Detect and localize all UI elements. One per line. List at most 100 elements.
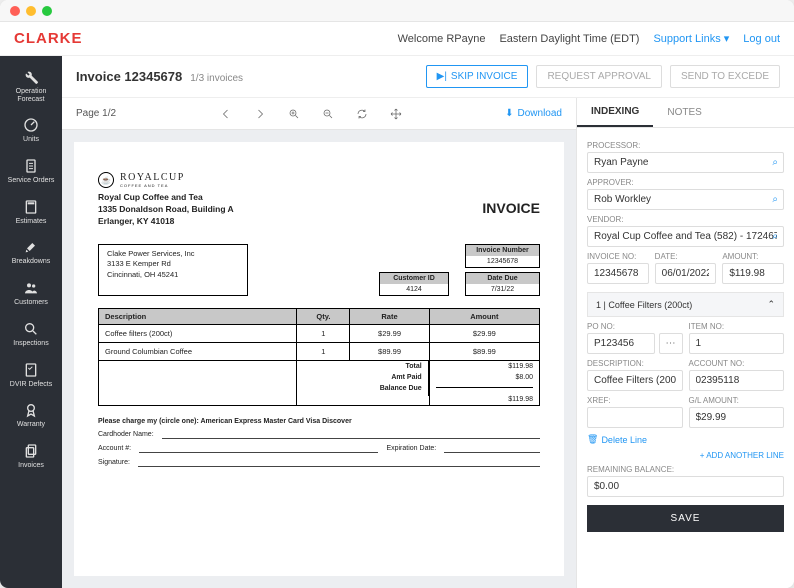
table-row: Ground Columbian Coffee1$89.99$89.99 bbox=[99, 342, 540, 360]
sidebar-item-invoices[interactable]: Invoices bbox=[0, 436, 62, 477]
account-input[interactable] bbox=[689, 370, 785, 391]
tab-notes[interactable]: NOTES bbox=[653, 98, 715, 127]
search-icon[interactable]: ⌕ bbox=[772, 194, 778, 205]
cust-addr1: 3133 E Kemper Rd bbox=[107, 259, 171, 268]
search-icon[interactable]: ⌕ bbox=[772, 231, 778, 242]
cust-id-header: Customer ID bbox=[380, 273, 448, 284]
move-icon[interactable] bbox=[390, 108, 402, 120]
tools-icon bbox=[23, 239, 39, 255]
download-button[interactable]: ⬇ Download bbox=[505, 108, 562, 119]
sidebar-item-estimates[interactable]: Estimates bbox=[0, 192, 62, 233]
vendor-label: VENDOR: bbox=[587, 215, 784, 224]
close-dot[interactable] bbox=[10, 6, 20, 16]
send-to-excede-button[interactable]: SEND TO EXCEDE bbox=[670, 65, 780, 88]
tab-indexing[interactable]: INDEXING bbox=[577, 98, 653, 127]
line-items-table: DescriptionQty.RateAmount Coffee filters… bbox=[98, 308, 540, 406]
sidebar-label: Warranty bbox=[17, 421, 45, 429]
invoice-heading: INVOICE bbox=[482, 200, 540, 216]
minimize-dot[interactable] bbox=[26, 6, 36, 16]
vendor-name: Royal Cup Coffee and Tea bbox=[98, 192, 203, 202]
sidebar-item-customers[interactable]: Customers bbox=[0, 273, 62, 314]
request-label: REQUEST APPROVAL bbox=[547, 71, 651, 82]
vendor-tagline: COFFEE AND TEA bbox=[120, 183, 185, 188]
approver-label: APPROVER: bbox=[587, 178, 784, 187]
description-input[interactable] bbox=[587, 370, 683, 391]
sidebar-item-breakdowns[interactable]: Breakdowns bbox=[0, 232, 62, 273]
invoice-no-input[interactable] bbox=[587, 263, 649, 284]
cust-addr2: Cincinnati, OH 45241 bbox=[107, 270, 178, 279]
vendor-logo-icon: ☕ bbox=[98, 172, 114, 188]
skip-icon: ▶| bbox=[437, 71, 447, 82]
remaining-balance-input[interactable] bbox=[587, 476, 784, 497]
cust-name: Clake Power Services, Inc bbox=[107, 249, 195, 258]
cust-id-value: 4124 bbox=[380, 284, 448, 295]
th-rate: Rate bbox=[350, 308, 429, 324]
invoice-title: Invoice 12345678 bbox=[76, 69, 182, 84]
sidebar-label: Breakdowns bbox=[12, 258, 51, 266]
indexing-panel: INDEXING NOTES PROCESSOR: ⌕ APPROVER: ⌕ … bbox=[576, 98, 794, 588]
calculator-icon bbox=[23, 199, 39, 215]
amount-input[interactable] bbox=[722, 263, 784, 284]
sidebar-item-service-orders[interactable]: Service Orders bbox=[0, 151, 62, 192]
download-icon: ⬇ bbox=[505, 108, 513, 119]
skip-label: SKIP INVOICE bbox=[451, 71, 518, 82]
prev-page-icon[interactable] bbox=[220, 108, 232, 120]
save-button[interactable]: SAVE bbox=[587, 505, 784, 532]
checklist-icon bbox=[23, 362, 39, 378]
sidebar-item-units[interactable]: Units bbox=[0, 110, 62, 151]
trash-icon: 🗑 bbox=[587, 434, 598, 445]
sidebar-label: Inspections bbox=[13, 340, 48, 348]
clipboard-icon bbox=[23, 158, 39, 174]
sidebar: Operation Forecast Units Service Orders … bbox=[0, 56, 62, 588]
item-no-input[interactable] bbox=[689, 333, 785, 354]
users-icon bbox=[23, 280, 39, 296]
copy-icon bbox=[23, 443, 39, 459]
date-input[interactable] bbox=[655, 263, 717, 284]
processor-input[interactable] bbox=[587, 152, 784, 173]
timezone-text: Eastern Daylight Time (EDT) bbox=[499, 33, 639, 45]
approver-input[interactable] bbox=[587, 189, 784, 210]
invoice-count: 1/3 invoices bbox=[190, 73, 243, 84]
next-page-icon[interactable] bbox=[254, 108, 266, 120]
delete-label: Delete Line bbox=[601, 435, 647, 445]
due-header: Date Due bbox=[466, 273, 539, 284]
delete-line-button[interactable]: 🗑Delete Line bbox=[587, 434, 784, 445]
refresh-icon[interactable] bbox=[356, 108, 368, 120]
zoom-in-icon[interactable] bbox=[288, 108, 300, 120]
sidebar-item-operation-forecast[interactable]: Operation Forecast bbox=[0, 62, 62, 110]
skip-invoice-button[interactable]: ▶| SKIP INVOICE bbox=[426, 65, 529, 88]
vendor-logo-text: ROYALCUP bbox=[120, 172, 185, 183]
search-icon[interactable]: ⌕ bbox=[772, 157, 778, 168]
logout-link[interactable]: Log out bbox=[743, 33, 780, 45]
wrench-icon bbox=[23, 69, 39, 85]
sidebar-label: Service Orders bbox=[8, 177, 55, 185]
sidebar-item-warranty[interactable]: Warranty bbox=[0, 395, 62, 436]
gl-amount-input[interactable] bbox=[689, 407, 785, 428]
vendor-input[interactable] bbox=[587, 226, 784, 247]
sidebar-item-dvir-defects[interactable]: DVIR Defects bbox=[0, 355, 62, 396]
chevron-up-icon: ⌃ bbox=[767, 299, 775, 310]
request-approval-button[interactable]: REQUEST APPROVAL bbox=[536, 65, 662, 88]
send-label: SEND TO EXCEDE bbox=[681, 71, 769, 82]
maximize-dot[interactable] bbox=[42, 6, 52, 16]
th-amount: Amount bbox=[429, 308, 539, 324]
line-item-header[interactable]: 1 | Coffee Filters (200ct) ⌃ bbox=[587, 292, 784, 317]
zoom-out-icon[interactable] bbox=[322, 108, 334, 120]
add-line-button[interactable]: + ADD ANOTHER LINE bbox=[587, 451, 784, 460]
sidebar-item-inspections[interactable]: Inspections bbox=[0, 314, 62, 355]
po-input[interactable] bbox=[587, 333, 655, 354]
table-row: Coffee filters (200ct)1$29.99$29.99 bbox=[99, 324, 540, 342]
due-value: 7/31/22 bbox=[466, 284, 539, 295]
window-titlebar bbox=[0, 0, 794, 22]
app-header: CLARKE Welcome RPayne Eastern Daylight T… bbox=[0, 22, 794, 56]
download-label: Download bbox=[518, 108, 562, 119]
welcome-text: Welcome RPayne bbox=[398, 33, 486, 45]
line-title: 1 | Coffee Filters (200ct) bbox=[596, 300, 692, 310]
support-links[interactable]: Support Links ▾ bbox=[653, 32, 729, 45]
xref-input[interactable] bbox=[587, 407, 683, 428]
th-qty: Qty. bbox=[297, 308, 350, 324]
award-icon bbox=[23, 402, 39, 418]
invoice-topbar: Invoice 12345678 1/3 invoices ▶| SKIP INV… bbox=[62, 56, 794, 98]
po-lookup-button[interactable]: ⋯ bbox=[659, 333, 683, 354]
sidebar-label: Estimates bbox=[16, 218, 47, 226]
